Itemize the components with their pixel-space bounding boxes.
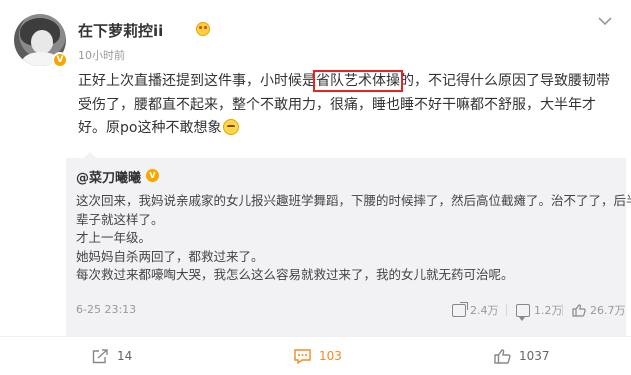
share-icon (452, 301, 468, 317)
repost-like-count: 26.7万 (590, 304, 626, 317)
repost-text-line: 辈子就这样了。 (76, 211, 164, 227)
repost-text-line: 她妈妈自杀两回了，都救过来了。 (76, 248, 264, 264)
comment-button[interactable]: 103 (294, 346, 342, 366)
comment-icon (516, 303, 530, 321)
repost-share-count: 2.4万 (470, 304, 499, 317)
username[interactable]: 在下萝莉控ii (78, 20, 163, 41)
highlighted-text: 省队艺术体操 (313, 70, 403, 92)
reposted-content[interactable]: @菜刀曦曦 V 这次回来，我妈说亲戚家的女儿报兴趣班学舞蹈，下腰的时候摔了，然后… (66, 152, 631, 336)
action-bar: 14 103 1037 (0, 336, 631, 375)
comment-icon (294, 348, 311, 364)
repost-like-stat[interactable]: 26.7万 (562, 302, 626, 318)
vip-badge-icon: V (146, 169, 159, 182)
post-text: 正好上次直播还提到这件事，小时候是省队艺术体操的，不记得什么原因了导致腰韧带 受… (78, 70, 618, 141)
emoji-icon (223, 119, 240, 135)
repost-date[interactable]: 6-25 23:13 (76, 303, 136, 316)
vip-badge-icon: V (52, 52, 68, 68)
divider (506, 304, 507, 316)
thumbs-up-icon (494, 348, 511, 364)
share-icon (92, 348, 109, 364)
repost-author[interactable]: @菜刀曦曦 (76, 167, 141, 186)
post-text-line: 正好上次直播还提到这件事，小时候是省队艺术体操的，不记得什么原因了导致腰韧带 (78, 70, 610, 92)
post-header: V 在下萝莉控ii 10小时前 (14, 12, 617, 68)
post-time[interactable]: 10小时前 (78, 47, 125, 63)
repost-comment-count: 1.2万 (534, 304, 563, 317)
repost-text: 这次回来，我妈说亲戚家的女儿报兴趣班学舞蹈，下腰的时候摔了，然后高位截瘫了。治不… (76, 192, 631, 285)
divider (562, 304, 563, 316)
thumbs-up-icon (572, 303, 586, 317)
repost-footer: 6-25 23:13 2.4万 1.2万 26.7万 (76, 300, 626, 321)
share-count: 14 (117, 349, 133, 363)
like-button[interactable]: 1037 (494, 346, 550, 366)
like-count: 1037 (519, 349, 550, 363)
repost-text-line: 每次救过来都嚎啕大哭，我怎么这么容易就救过来了，我的女儿就无药可治呢。 (76, 267, 514, 282)
repost-share-stat[interactable]: 2.4万 (452, 301, 499, 318)
repost-comment-stat[interactable]: 1.2万 (506, 302, 563, 321)
repost-text-line: 才上一年级。 (76, 230, 152, 245)
chevron-down-icon[interactable] (597, 16, 613, 28)
post-text-line: 好。原po这种不敢想象 (78, 117, 618, 141)
share-button[interactable]: 14 (92, 346, 132, 366)
emoji-badge-icon (196, 22, 210, 36)
repost-text-line: 这次回来，我妈说亲戚家的女儿报兴趣班学舞蹈，下腰的时候摔了，然后高位截瘫了。治不… (76, 193, 631, 208)
post-text-line: 受伤了，腰都直不起来，整个不敢用力，很痛，睡也睡不好干嘛都不舒服，大半年才 (78, 96, 596, 113)
comment-count: 103 (319, 349, 342, 363)
